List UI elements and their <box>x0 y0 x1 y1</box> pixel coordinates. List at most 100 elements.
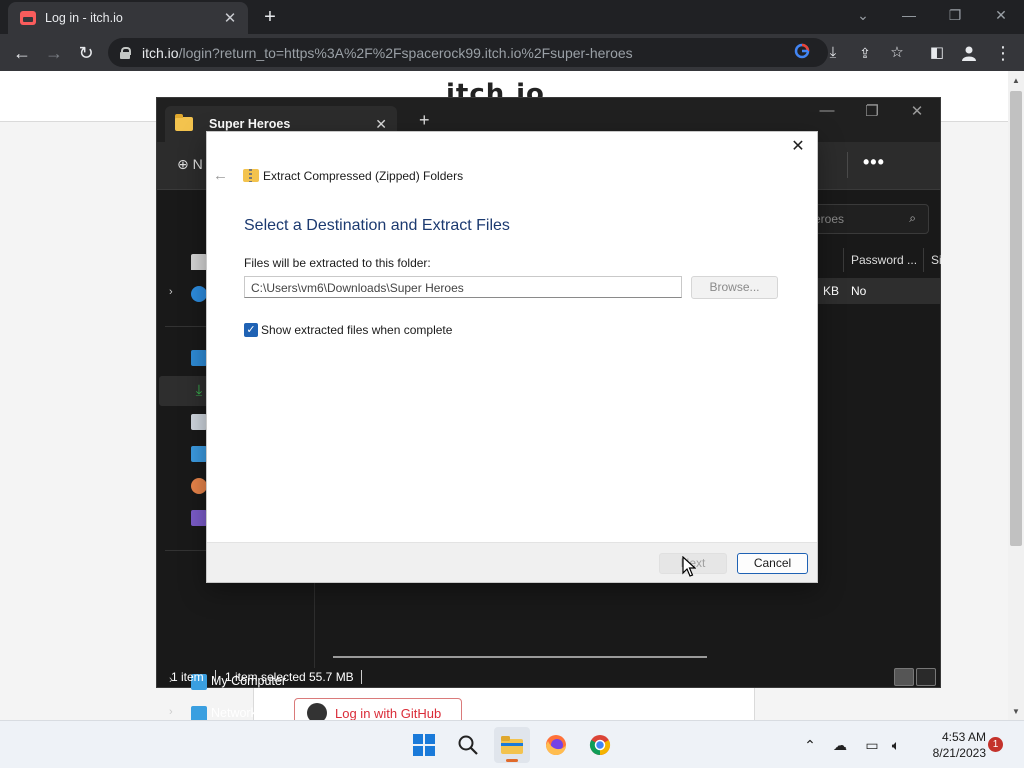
row-size-unit: KB <box>823 284 840 298</box>
explorer-maximize-button[interactable]: ❐ <box>852 102 892 124</box>
dialog-back-arrow-icon[interactable]: ← <box>213 167 228 184</box>
dialog-heading: Select a Destination and Extract Files <box>244 217 510 234</box>
clock-time: 4:53 AM <box>941 730 986 744</box>
download-icon[interactable]: ⤓ <box>820 40 846 66</box>
start-button[interactable] <box>406 727 442 763</box>
onedrive-tray-icon[interactable]: ☁ <box>830 735 850 755</box>
taskbar-clock[interactable]: 4:53 AM 8/21/2023 <box>916 729 986 761</box>
pictures-icon[interactable] <box>191 446 207 462</box>
destination-path-input[interactable]: C:\Users\vm6\Downloads\Super Heroes <box>244 276 682 298</box>
search-icon: ⌕ <box>909 211 916 225</box>
network-tray-icon[interactable]: ▭ <box>862 735 882 755</box>
search-icon <box>458 735 478 755</box>
side-panel-icon[interactable]: ◧ <box>924 40 950 66</box>
clock-date: 8/21/2023 <box>932 746 986 760</box>
mouse-pointer-icon <box>682 556 696 577</box>
row-password-value: No <box>851 284 867 298</box>
url-path: /login?return_to=https%3A%2F%2Fspacerock… <box>178 44 633 61</box>
back-arrow-icon[interactable]: ← <box>9 40 35 66</box>
close-window-button[interactable]: ✕ <box>984 4 1018 28</box>
chrome-taskbar-button[interactable] <box>582 727 618 763</box>
extract-zipped-folders-dialog: ✕ ← Extract Compressed (Zipped) Folders … <box>206 131 818 583</box>
onedrive-expand-chevron-icon[interactable]: › <box>169 286 173 298</box>
status-item-count: 1 item <box>171 670 204 684</box>
forward-arrow-icon[interactable]: → <box>41 40 67 66</box>
music-icon[interactable] <box>191 478 207 494</box>
onedrive-cloud-icon[interactable] <box>191 286 207 302</box>
explorer-close-button[interactable]: ✕ <box>897 102 937 124</box>
browser-tab-itch-login[interactable]: Log in - itch.io ✕ <box>8 2 248 34</box>
browser-tab-title: Log in - itch.io <box>45 11 123 25</box>
itch-favicon-icon <box>20 11 36 25</box>
url-host: itch.io <box>142 44 179 61</box>
file-explorer-icon <box>501 736 523 754</box>
show-hidden-icons-chevron-icon[interactable]: ⌃ <box>800 735 820 755</box>
explorer-tab-title: Super Heroes <box>209 117 291 131</box>
scroll-thumb[interactable] <box>1010 91 1022 546</box>
search-button[interactable] <box>450 727 486 763</box>
new-tab-button[interactable]: + <box>258 6 282 30</box>
desktop-icon[interactable] <box>191 350 207 366</box>
reload-icon[interactable]: ↻ <box>73 40 99 66</box>
explorer-new-button[interactable]: ⊕ N <box>177 156 203 173</box>
column-header-size[interactable]: Si <box>931 253 942 267</box>
folder-icon <box>175 114 193 131</box>
downloads-icon[interactable]: ⤓ <box>191 383 207 399</box>
tab-close-icon[interactable]: ✕ <box>222 9 238 27</box>
command-bar-divider <box>847 152 848 178</box>
profile-avatar-icon[interactable] <box>956 40 982 66</box>
nav-item-network[interactable]: Network <box>211 706 257 720</box>
explorer-new-tab-button[interactable]: + <box>419 110 430 131</box>
explorer-tab-close-icon[interactable]: ✕ <box>375 116 387 133</box>
browse-button[interactable]: Browse... <box>691 276 778 299</box>
cancel-button[interactable]: Cancel <box>737 553 808 574</box>
scroll-up-arrow-icon[interactable]: ▲ <box>1008 73 1024 89</box>
share-icon[interactable]: ⇪ <box>852 40 878 66</box>
show-extracted-files-checkbox[interactable]: ✓ <box>244 323 258 337</box>
browser-toolbar: ← → ↻ itch.io/login?return_to=https%3A%2… <box>0 34 1024 71</box>
windows-taskbar: ⌃ ☁ ▭ 🔈︎ 4:53 AM 8/21/2023 1 <box>0 720 1024 768</box>
page-scrollbar[interactable]: ▲ ▼ <box>1008 71 1024 720</box>
tab-search-dropdown-icon[interactable]: ⌄ <box>846 4 880 28</box>
scroll-down-arrow-icon[interactable]: ▼ <box>1008 704 1024 720</box>
videos-icon[interactable] <box>191 510 207 526</box>
github-button-label: Log in with GitHub <box>335 705 442 721</box>
minimize-button[interactable]: — <box>892 4 926 28</box>
explorer-horizontal-scrollbar[interactable] <box>333 656 707 658</box>
browser-tab-strip: Log in - itch.io ✕ + ⌄ — ❐ ✕ <box>0 0 1024 34</box>
documents-icon[interactable] <box>191 414 207 430</box>
network-expand-chevron-icon[interactable]: › <box>169 706 173 718</box>
google-lens-icon[interactable] <box>792 43 812 63</box>
destination-folder-label: Files will be extracted to this folder: <box>244 256 431 270</box>
show-extracted-files-label[interactable]: Show extracted files when complete <box>261 323 452 337</box>
details-view-icon[interactable] <box>894 668 914 686</box>
status-divider <box>361 670 362 684</box>
file-row-selected[interactable]: KB No <box>817 278 940 304</box>
status-selected-size: 55.7 MB <box>309 670 354 684</box>
column-separator[interactable] <box>843 248 844 272</box>
tiles-view-icon[interactable] <box>916 668 936 686</box>
column-separator[interactable] <box>923 248 924 272</box>
notification-badge[interactable]: 1 <box>988 737 1003 752</box>
status-selected-count: 1 item selected <box>225 670 306 684</box>
active-app-indicator <box>506 759 518 762</box>
explorer-search-text: eroes <box>814 212 845 226</box>
firefox-icon <box>546 735 566 755</box>
lock-icon[interactable] <box>120 46 131 59</box>
explorer-search-box[interactable]: eroes ⌕ <box>803 204 929 234</box>
firefox-taskbar-button[interactable] <box>538 727 574 763</box>
status-divider <box>215 670 216 684</box>
file-explorer-taskbar-button[interactable] <box>494 727 530 763</box>
chrome-icon <box>589 735 611 756</box>
dialog-close-icon[interactable]: ✕ <box>787 136 809 158</box>
address-bar[interactable]: itch.io/login?return_to=https%3A%2F%2Fsp… <box>108 38 828 67</box>
bookmark-star-icon[interactable]: ☆ <box>884 40 910 66</box>
home-icon[interactable] <box>191 254 207 270</box>
restore-button[interactable]: ❐ <box>938 4 972 28</box>
explorer-minimize-button[interactable]: — <box>807 102 847 124</box>
column-header-password[interactable]: Password ... <box>851 253 917 267</box>
volume-icon[interactable]: 🔈︎ <box>886 735 906 755</box>
browser-menu-icon[interactable]: ⋮ <box>990 40 1016 66</box>
dialog-title: Extract Compressed (Zipped) Folders <box>263 169 464 183</box>
explorer-more-options-icon[interactable]: ••• <box>863 152 885 173</box>
